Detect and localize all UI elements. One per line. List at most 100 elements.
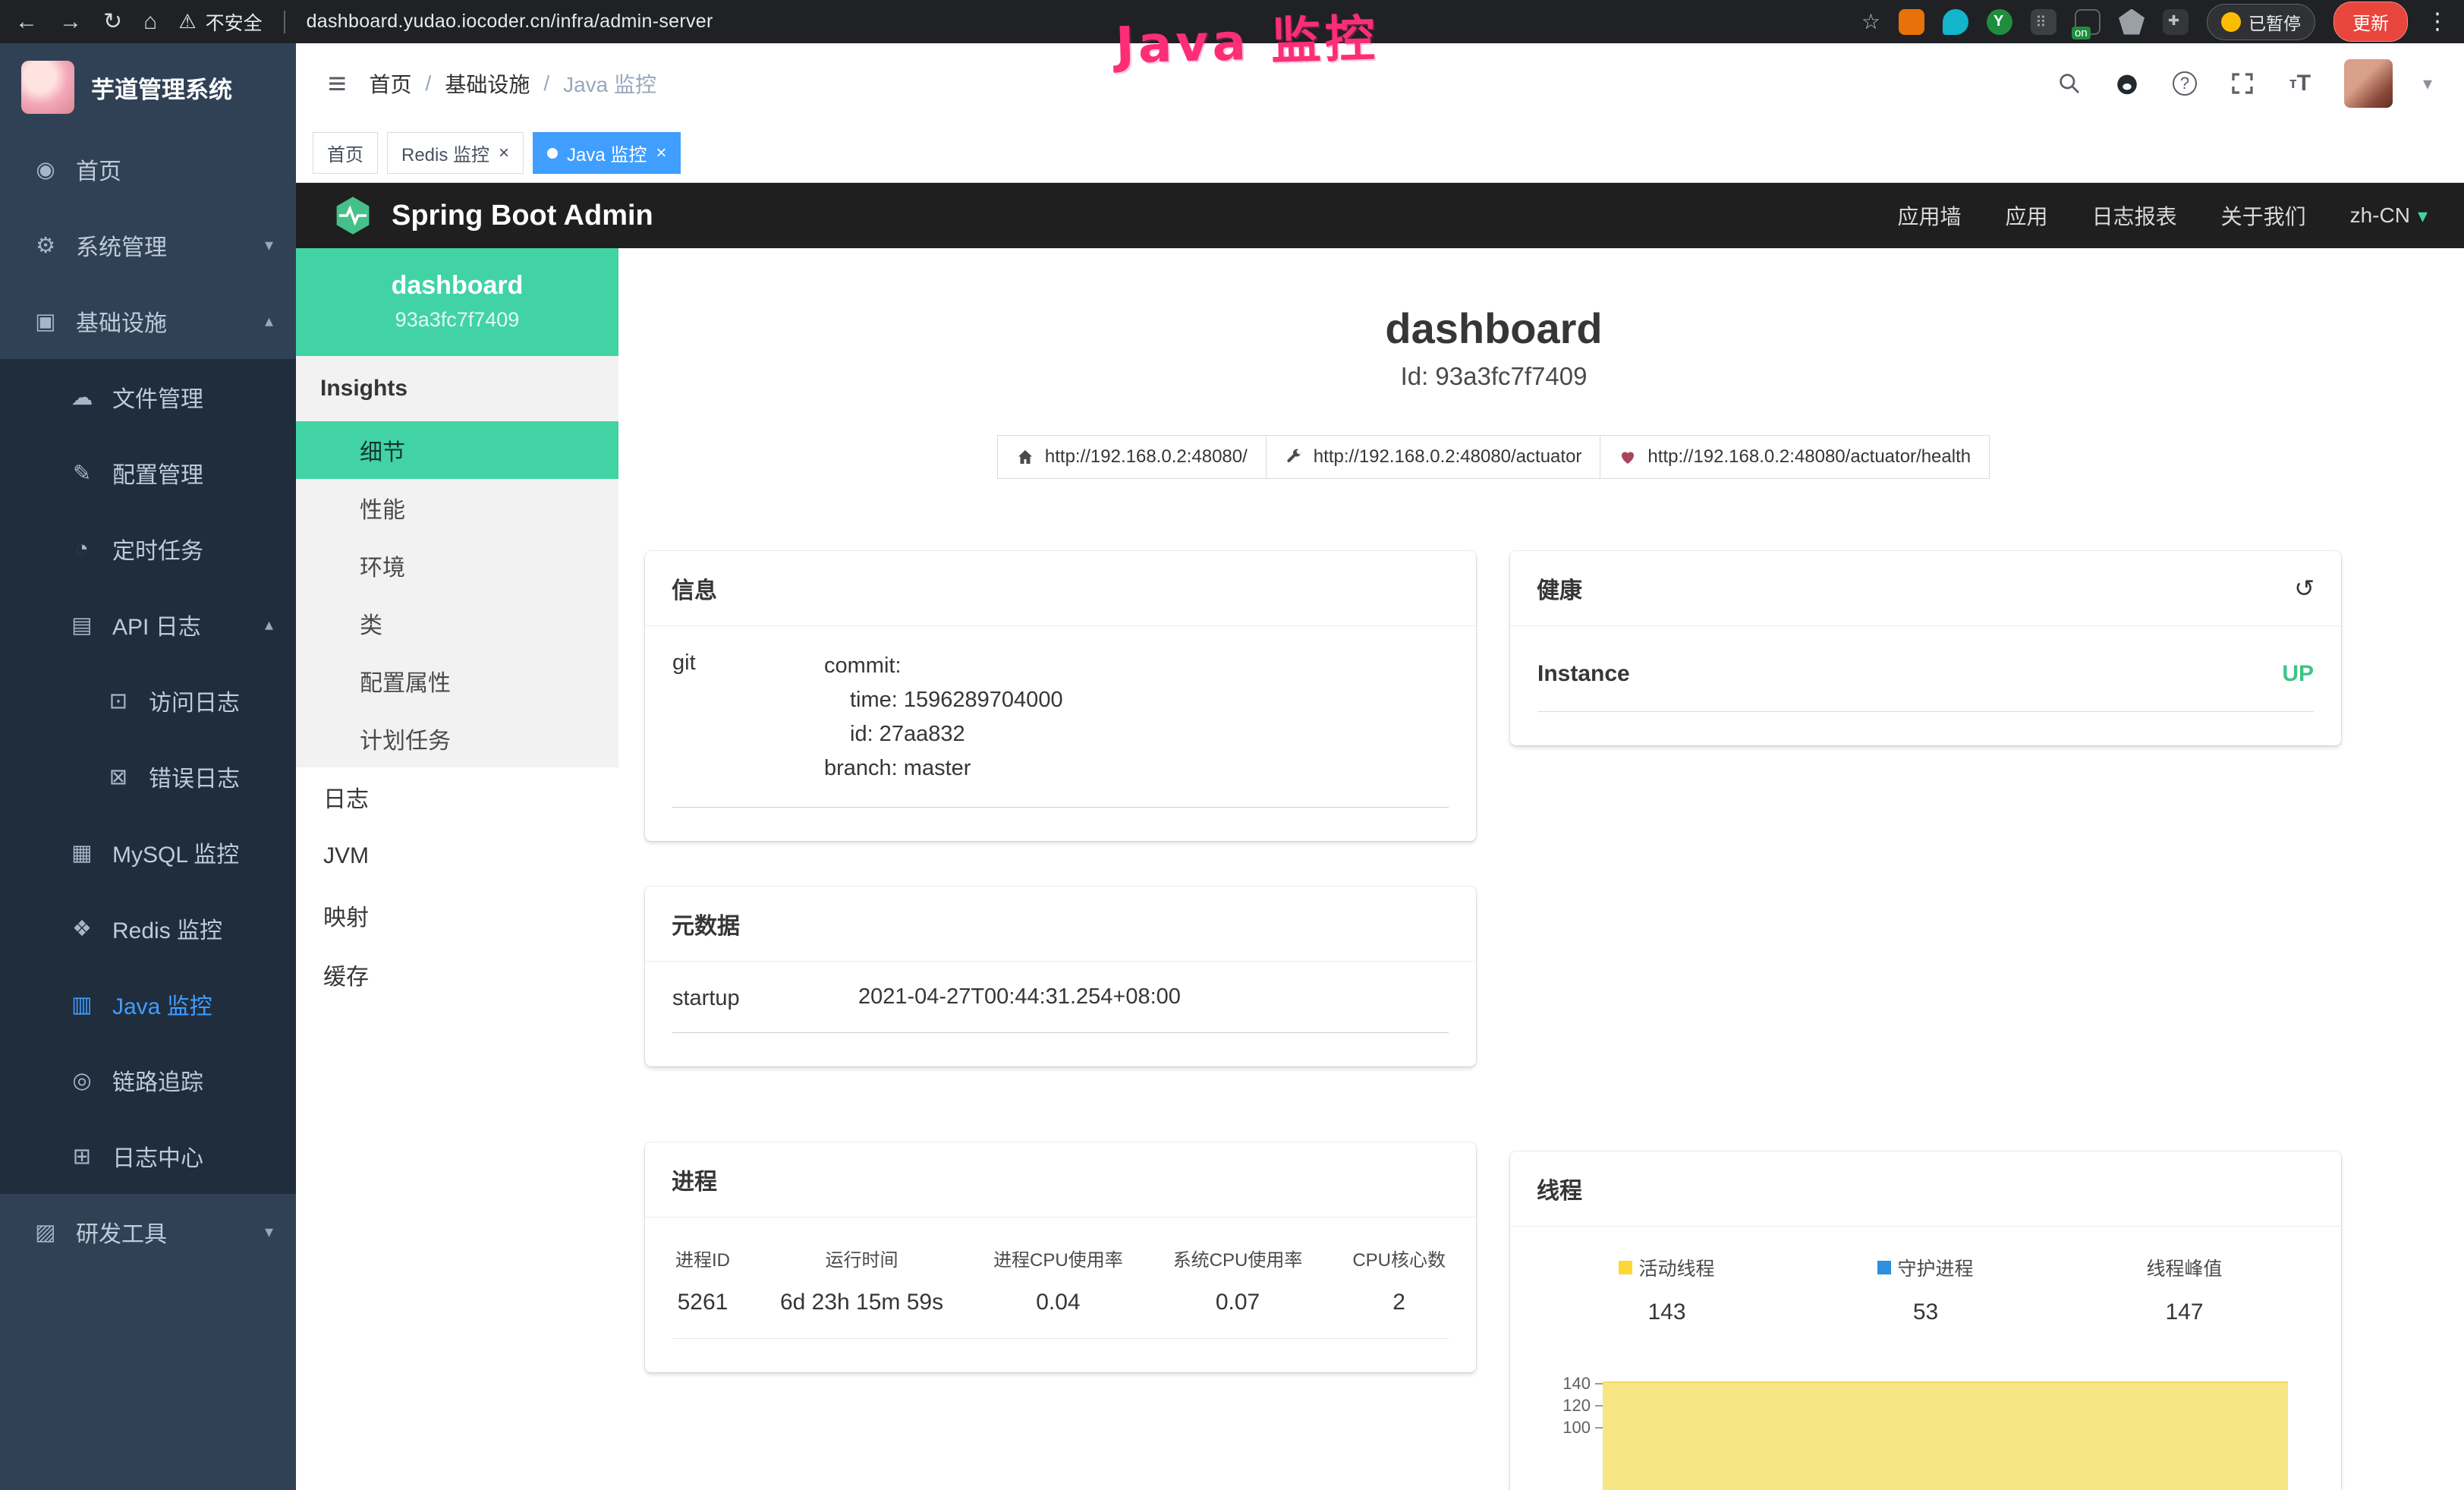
- sba-nav-applications[interactable]: 应用: [2006, 200, 2048, 231]
- sba-menu-classes[interactable]: 类: [296, 594, 618, 652]
- sidebar-item-error-logs[interactable]: ⊠ 错误日志: [0, 739, 296, 814]
- font-size-icon[interactable]: [2286, 70, 2314, 97]
- site-security-chip[interactable]: 不安全: [178, 8, 262, 36]
- sidebar-item-log-center[interactable]: ⊞ 日志中心: [0, 1118, 296, 1194]
- sidebar-item-system-management[interactable]: ⚙ 系统管理: [0, 207, 296, 283]
- github-icon[interactable]: [2113, 70, 2141, 97]
- tab-java-monitor[interactable]: Java 监控: [533, 132, 681, 174]
- sba-menu-jvm[interactable]: JVM: [296, 827, 618, 886]
- health-card: 健康 Instance UP: [1510, 551, 2341, 745]
- user-avatar[interactable]: [2344, 59, 2393, 108]
- sba-nav-about[interactable]: 关于我们: [2221, 200, 2306, 231]
- threads-card: 线程 活动线程 143: [1510, 1151, 2341, 1490]
- extension-icon[interactable]: [2119, 9, 2145, 35]
- bookmark-star-icon[interactable]: [1861, 9, 1880, 34]
- sidebar-item-label: 链路追踪: [112, 1063, 203, 1097]
- browser-update-button[interactable]: 更新: [2333, 2, 2408, 42]
- sba-menu-performance[interactable]: 性能: [296, 479, 618, 537]
- browser-chrome: 不安全 dashboard.yudao.iocoder.cn/infra/adm…: [0, 0, 2464, 43]
- sba-menu-logs[interactable]: 日志: [296, 767, 618, 827]
- infrastructure-submenu: ☁ 文件管理 ✎ 配置管理 ◔ 定时任务 ▤ API 日志 ⊡ 访问日志 ⊠: [0, 359, 296, 1194]
- sba-locale-select[interactable]: zh-CN: [2350, 203, 2428, 228]
- fullscreen-icon[interactable]: [2229, 70, 2256, 97]
- sidebar-item-home[interactable]: ◉ 首页: [0, 131, 296, 207]
- sba-menu-environment[interactable]: 环境: [296, 537, 618, 594]
- info-line: commit:: [824, 649, 1063, 683]
- sidebar-item-tracing[interactable]: ◎ 链路追踪: [0, 1042, 296, 1118]
- health-instance-row[interactable]: Instance UP: [1537, 649, 2314, 712]
- extension-icon[interactable]: on: [2075, 9, 2101, 35]
- process-card-title: 进程: [645, 1142, 1476, 1218]
- sba-menu-cache[interactable]: 缓存: [296, 945, 618, 1004]
- home-icon: [1016, 448, 1034, 466]
- sba-menu-scheduled[interactable]: 计划任务: [296, 710, 618, 767]
- database-icon: ▦: [68, 840, 96, 866]
- sba-nav-wall[interactable]: 应用墙: [1898, 200, 1962, 231]
- live-threads-area: [1603, 1381, 2288, 1490]
- extension-icon[interactable]: [1899, 9, 1924, 35]
- back-icon[interactable]: [15, 11, 38, 33]
- sidebar-item-access-logs[interactable]: ⊡ 访问日志: [0, 663, 296, 739]
- process-col-value: 5261: [675, 1290, 730, 1315]
- instance-actuator-link[interactable]: http://192.168.0.2:48080/actuator: [1266, 435, 1601, 479]
- sidebar-item-redis-monitor[interactable]: ❖ Redis 监控: [0, 890, 296, 966]
- process-col-label: CPU核心数: [1352, 1245, 1446, 1271]
- tab-bar: 首页 Redis 监控 Java 监控: [296, 124, 2464, 183]
- reload-icon[interactable]: [103, 11, 122, 33]
- info-value: commit: time: 1596289704000 id: 27aa832 …: [824, 649, 1063, 786]
- browser-menu-icon[interactable]: [2426, 8, 2449, 35]
- sba-menu-mappings[interactable]: 映射: [296, 886, 618, 945]
- address-bar-url[interactable]: dashboard.yudao.iocoder.cn/infra/admin-s…: [307, 11, 713, 33]
- tab-redis-monitor[interactable]: Redis 监控: [387, 132, 524, 174]
- hamburger-icon[interactable]: [328, 68, 347, 99]
- extension-icon[interactable]: [2031, 9, 2056, 35]
- process-col: 运行时间 6d 23h 15m 59s: [780, 1245, 943, 1315]
- forward-icon[interactable]: [59, 11, 82, 33]
- infrastructure-icon: ▣: [32, 308, 59, 335]
- spring-boot-admin-logo-icon: [332, 195, 373, 236]
- sba-brand[interactable]: Spring Boot Admin: [332, 195, 653, 236]
- chevron-down-icon[interactable]: [2423, 73, 2432, 95]
- sidebar-item-dev-tools[interactable]: ▨ 研发工具: [0, 1194, 296, 1270]
- close-icon[interactable]: [499, 144, 509, 162]
- instance-links: http://192.168.0.2:48080/ http://192.168…: [645, 435, 2343, 479]
- breadcrumb-section[interactable]: 基础设施: [445, 68, 530, 99]
- app-logo[interactable]: 芋道管理系统: [0, 43, 296, 131]
- page-instance-id: Id: 93a3fc7f7409: [645, 362, 2343, 391]
- sba-nav-journal[interactable]: 日志报表: [2092, 200, 2177, 231]
- tab-home[interactable]: 首页: [313, 132, 378, 174]
- search-icon[interactable]: [2056, 70, 2083, 97]
- divider: [284, 11, 285, 33]
- sidebar-item-infrastructure[interactable]: ▣ 基础设施: [0, 283, 296, 359]
- link-url: http://192.168.0.2:48080/: [1045, 446, 1248, 468]
- sidebar-item-mysql-monitor[interactable]: ▦ MySQL 监控: [0, 814, 296, 890]
- sidebar-item-api-logs[interactable]: ▤ API 日志: [0, 587, 296, 663]
- sidebar-item-scheduled-tasks[interactable]: ◔ 定时任务: [0, 511, 296, 587]
- history-icon[interactable]: [2294, 574, 2315, 603]
- sidebar-item-config-management[interactable]: ✎ 配置管理: [0, 435, 296, 511]
- sidebar-item-java-monitor[interactable]: ▥ Java 监控: [0, 966, 296, 1042]
- breadcrumb-home[interactable]: 首页: [370, 68, 412, 99]
- sba-menu-details[interactable]: 细节: [296, 421, 618, 479]
- sba-instance-header[interactable]: dashboard 93a3fc7f7409: [296, 248, 618, 356]
- info-card-title: 信息: [645, 551, 1476, 626]
- home-icon[interactable]: [143, 11, 157, 33]
- page-title: dashboard: [645, 304, 2343, 353]
- threads-chart: 140 120 100: [1537, 1372, 2314, 1490]
- chevron-up-icon: [265, 615, 273, 635]
- app-header: 首页 基础设施 Java 监控: [296, 43, 2464, 124]
- heart-icon: [1619, 448, 1637, 466]
- instance-health-link[interactable]: http://192.168.0.2:48080/actuator/health: [1600, 435, 1990, 479]
- instance-base-url-link[interactable]: http://192.168.0.2:48080/: [997, 435, 1267, 479]
- extension-icon[interactable]: [1943, 9, 1968, 35]
- close-icon[interactable]: [656, 144, 666, 162]
- threads-chart-plot: [1603, 1372, 2288, 1490]
- sba-menu-config-props[interactable]: 配置属性: [296, 652, 618, 710]
- extension-icon[interactable]: [2163, 9, 2189, 35]
- sba-sidebar: dashboard 93a3fc7f7409 Insights 细节 性能 环境…: [296, 248, 618, 1490]
- sidebar-item-label: 研发工具: [76, 1215, 167, 1249]
- sidebar-item-file-management[interactable]: ☁ 文件管理: [0, 359, 296, 435]
- profile-paused-pill[interactable]: 已暂停: [2207, 4, 2315, 40]
- extension-icon[interactable]: [1987, 9, 2012, 35]
- help-icon[interactable]: [2171, 70, 2198, 97]
